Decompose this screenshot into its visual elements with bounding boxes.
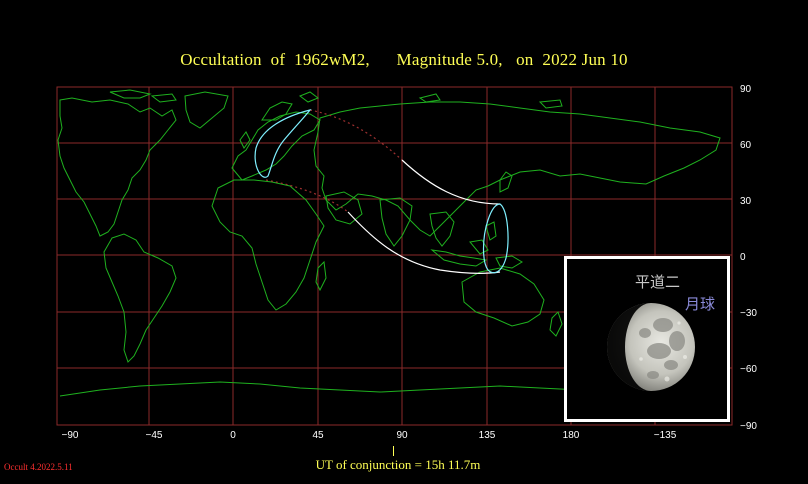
lat-label: −30 — [740, 308, 757, 319]
conjunction-label: UT of conjunction = 15h 11.7m — [315, 457, 481, 472]
coast-indonesia — [430, 221, 497, 267]
lon-label: 45 — [312, 430, 324, 441]
northern-limit-dotted — [309, 109, 403, 161]
lon-label: −90 — [61, 430, 79, 441]
lat-label: 60 — [740, 140, 752, 151]
lat-label: 30 — [740, 196, 752, 207]
lon-label: −135 — [653, 430, 677, 441]
coast-japan — [499, 171, 513, 193]
moon-label: 月球 — [685, 295, 716, 313]
coast-greenland — [184, 91, 229, 129]
coast-new-zealand — [549, 311, 563, 337]
lat-label: 0 — [740, 252, 746, 263]
coast-arabia — [325, 191, 363, 225]
coast-siberian-islands — [418, 93, 563, 109]
coast-asia — [313, 101, 721, 237]
conjunction-tick — [393, 446, 394, 456]
central-line-northern — [401, 159, 501, 205]
phase-label: 平道二 — [635, 273, 681, 291]
coast-indochina — [429, 211, 455, 247]
coast-svalbard — [298, 91, 320, 103]
moon-panel: 平道二 月球 — [564, 256, 730, 422]
lat-label: −90 — [740, 421, 757, 432]
lon-label: 180 — [562, 430, 580, 441]
occultation-path — [254, 108, 509, 274]
central-line-southern — [347, 211, 501, 274]
coast-australia — [461, 267, 545, 327]
version-label: Occult 4.2022.5.11 — [4, 462, 73, 472]
lat-label: 90 — [740, 84, 752, 95]
lat-label: −60 — [740, 364, 757, 375]
lon-label: 135 — [478, 430, 496, 441]
coast-south-america — [103, 233, 177, 363]
southern-limit-dotted — [265, 179, 349, 213]
moon-disc — [607, 303, 695, 391]
coast-canada-islands — [109, 89, 177, 103]
coast-new-guinea — [495, 255, 523, 269]
coast-north-america — [57, 97, 177, 237]
lon-label: 0 — [230, 430, 236, 441]
lon-label: 90 — [396, 430, 408, 441]
lon-label: −45 — [145, 430, 163, 441]
